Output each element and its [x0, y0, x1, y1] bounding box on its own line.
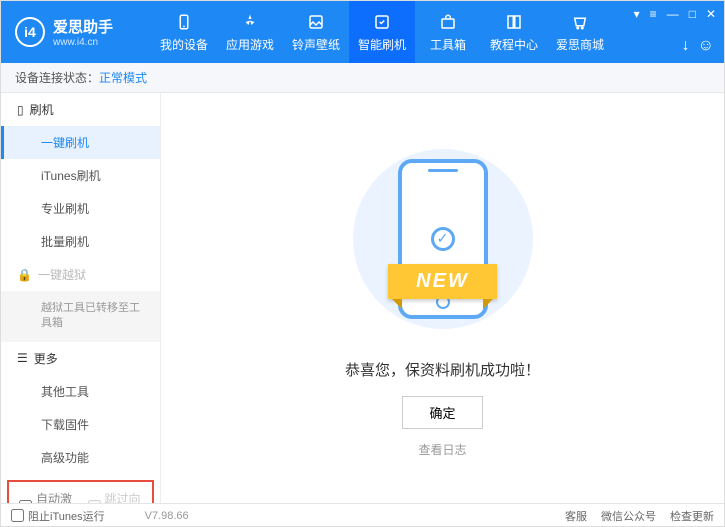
app-header: i4 爱思助手 www.i4.cn 我的设备 应用游戏 铃声壁纸 智能刷机 工具… — [1, 1, 724, 63]
download-icon[interactable]: ↓ — [682, 37, 690, 55]
check-icon: ✓ — [431, 227, 455, 251]
sidebar-jailbreak-note: 越狱工具已转移至工具箱 — [1, 291, 160, 342]
close-icon[interactable]: ✕ — [706, 7, 716, 21]
footer: 阻止iTunes运行 V7.98.66 客服 微信公众号 检查更新 — [1, 503, 724, 527]
footer-update[interactable]: 检查更新 — [670, 508, 714, 524]
more-icon: ☰ — [17, 351, 28, 365]
main-panel: ✓ NEW 恭喜您，保资料刷机成功啦！ 确定 查看日志 — [161, 93, 724, 503]
nav-toolbox[interactable]: 工具箱 — [415, 1, 481, 63]
refresh-icon — [372, 12, 392, 32]
new-banner: NEW — [388, 264, 497, 299]
view-log-link[interactable]: 查看日志 — [418, 441, 466, 458]
nav-ringtones[interactable]: 铃声壁纸 — [283, 1, 349, 63]
sidebar: ▯ 刷机 一键刷机 iTunes刷机 专业刷机 批量刷机 🔒 一键越狱 越狱工具… — [1, 93, 161, 503]
footer-wechat[interactable]: 微信公众号 — [601, 508, 656, 524]
version-label: V7.98.66 — [145, 510, 189, 522]
checkbox-auto-activate[interactable]: 自动激活 — [19, 490, 74, 503]
app-url: www.i4.cn — [53, 37, 113, 48]
checkbox-skip-guide: 跳过向导 — [88, 490, 143, 503]
status-prefix: 设备连接状态： — [15, 69, 99, 86]
status-bar: 设备连接状态： 正常模式 — [1, 63, 724, 93]
nav-apps-games[interactable]: 应用游戏 — [217, 1, 283, 63]
options-box: 自动激活 跳过向导 — [7, 480, 154, 503]
minimize-icon[interactable]: — — [667, 7, 679, 21]
image-icon — [306, 12, 326, 32]
apps-icon — [240, 12, 260, 32]
toolbox-icon — [438, 12, 458, 32]
status-mode: 正常模式 — [99, 69, 147, 86]
header-controls: ▾ ≡ — □ ✕ — [634, 7, 716, 21]
cart-icon — [570, 12, 590, 32]
logo-icon: i4 — [15, 17, 45, 47]
sidebar-item-pro[interactable]: 专业刷机 — [1, 192, 160, 225]
menu-icon[interactable]: ▾ — [634, 7, 640, 21]
sidebar-item-download-fw[interactable]: 下载固件 — [1, 408, 160, 441]
sidebar-flash-header[interactable]: ▯ 刷机 — [1, 93, 160, 126]
phone-icon — [174, 12, 194, 32]
block-itunes-checkbox[interactable]: 阻止iTunes运行 — [11, 508, 105, 524]
maximize-icon[interactable]: □ — [689, 7, 696, 21]
success-illustration: ✓ NEW — [343, 139, 543, 339]
sidebar-item-itunes[interactable]: iTunes刷机 — [1, 159, 160, 192]
flash-icon: ▯ — [17, 103, 24, 117]
user-icon[interactable]: ☺ — [698, 37, 714, 55]
lock-icon: 🔒 — [17, 268, 32, 282]
sidebar-jailbreak-header: 🔒 一键越狱 — [1, 258, 160, 291]
nav-smart-flash[interactable]: 智能刷机 — [349, 1, 415, 63]
sidebar-item-batch[interactable]: 批量刷机 — [1, 225, 160, 258]
nav-store[interactable]: 爱思商城 — [547, 1, 613, 63]
app-name: 爱思助手 — [53, 16, 113, 37]
sidebar-more-header[interactable]: ☰ 更多 — [1, 342, 160, 375]
grid-icon[interactable]: ≡ — [650, 7, 657, 21]
sidebar-item-other-tools[interactable]: 其他工具 — [1, 375, 160, 408]
logo-area: i4 爱思助手 www.i4.cn — [1, 16, 151, 48]
sidebar-item-advanced[interactable]: 高级功能 — [1, 441, 160, 474]
book-icon — [504, 12, 524, 32]
nav-tutorials[interactable]: 教程中心 — [481, 1, 547, 63]
confirm-button[interactable]: 确定 — [402, 396, 482, 429]
nav-my-device[interactable]: 我的设备 — [151, 1, 217, 63]
sidebar-item-oneclick[interactable]: 一键刷机 — [1, 126, 160, 159]
success-message: 恭喜您，保资料刷机成功啦！ — [345, 359, 540, 380]
footer-support[interactable]: 客服 — [565, 508, 587, 524]
